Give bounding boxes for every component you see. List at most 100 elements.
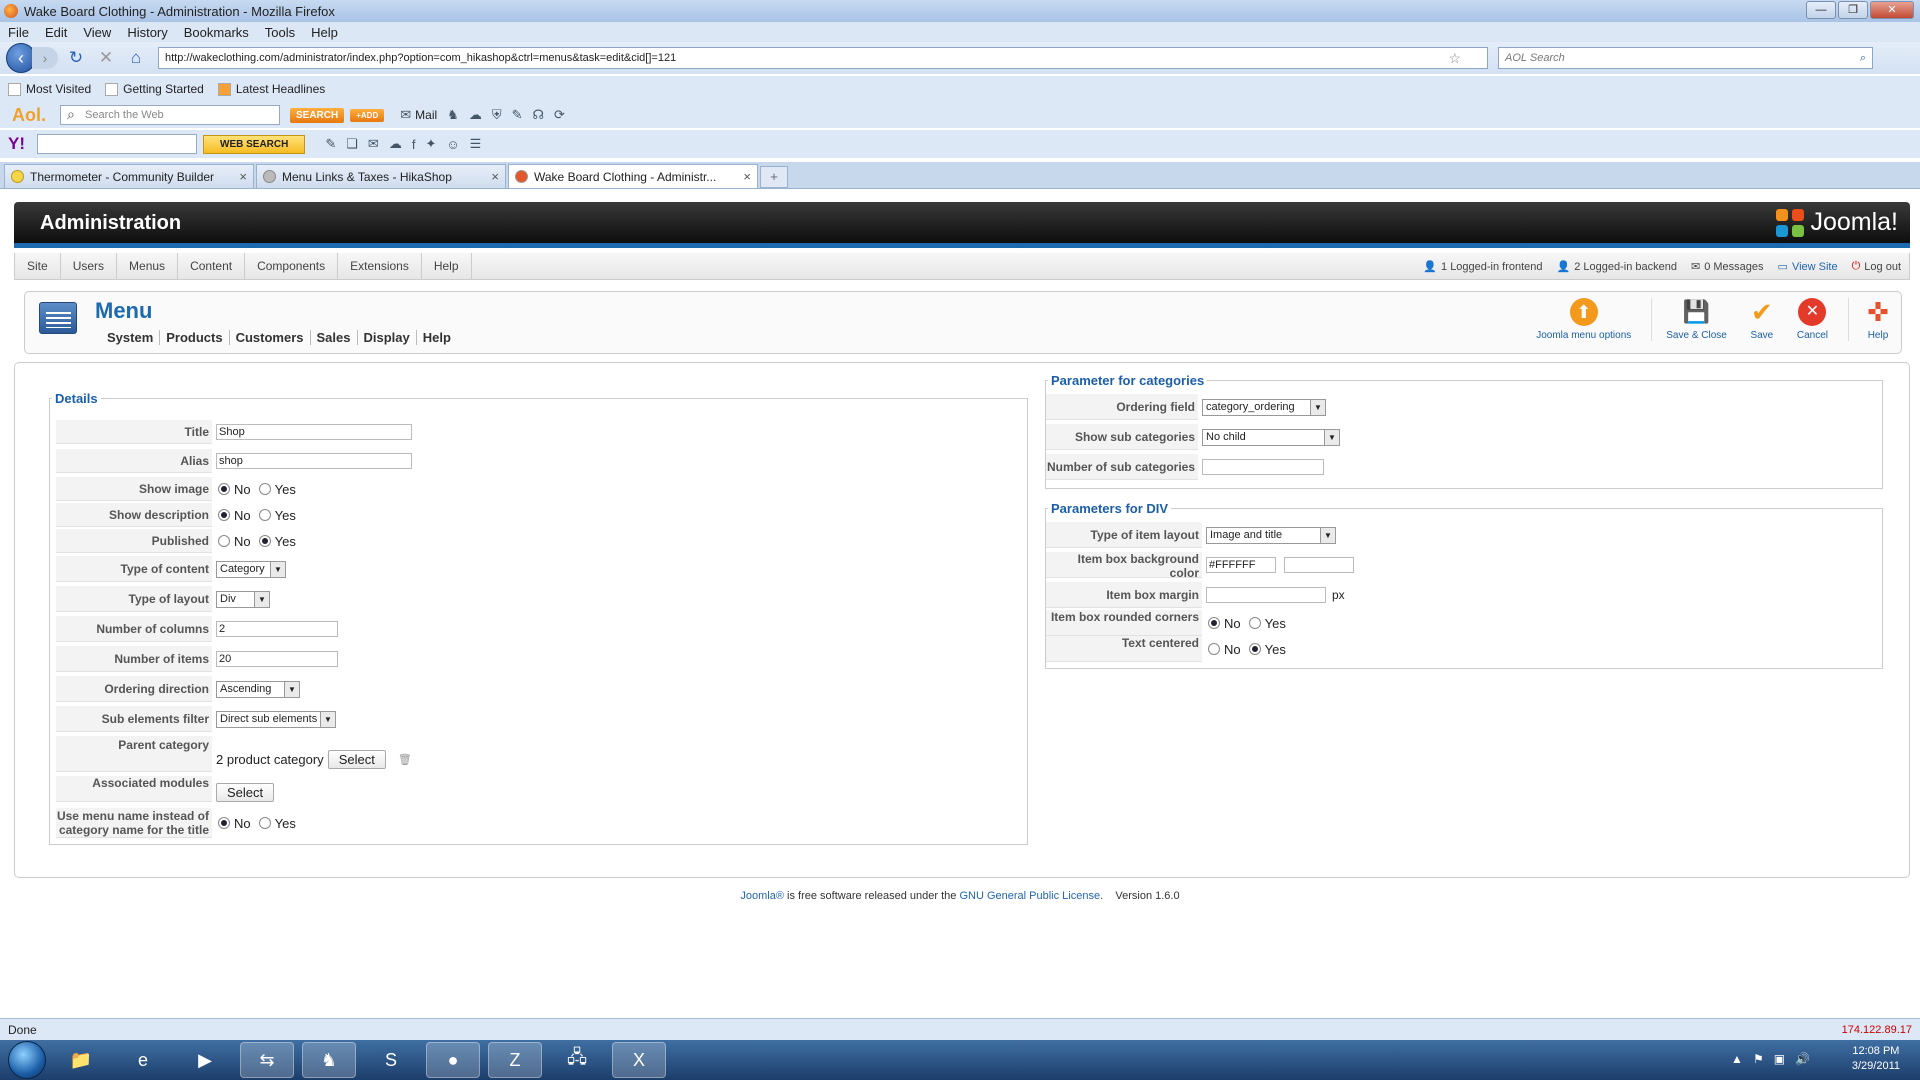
copy-icon[interactable]: ❏ (346, 136, 358, 152)
submenu-system[interactable]: System (101, 330, 161, 345)
headphones-icon[interactable]: ☊ (533, 107, 545, 123)
yahoo-search-input[interactable] (37, 134, 197, 154)
volume-icon[interactable]: 🔊 (1795, 1052, 1810, 1066)
joomla-link[interactable]: Joomla® (740, 890, 784, 902)
puzzle-icon[interactable]: ✦ (425, 136, 436, 152)
menu-edit[interactable]: Edit (45, 25, 67, 40)
bookmark-latest-headlines[interactable]: Latest Headlines (217, 82, 325, 96)
note-icon[interactable]: ✎ (512, 107, 523, 123)
weather-icon[interactable]: ☁ (389, 136, 402, 152)
save-close-button[interactable]: 💾 Save & Close (1651, 298, 1727, 341)
chat-icon[interactable]: ☁ (469, 107, 482, 123)
bookmark-getting-started[interactable]: Getting Started (105, 82, 204, 96)
type-item-layout-select[interactable]: Image and title ▼ (1206, 526, 1336, 544)
sub-elements-filter-select[interactable]: Direct sub elements ▼ (216, 710, 336, 728)
centered-no-radio[interactable] (1208, 643, 1220, 655)
menu-bookmarks[interactable]: Bookmarks (184, 25, 249, 40)
admin-menu-components[interactable]: Components (245, 252, 339, 280)
item-box-margin-input[interactable] (1206, 587, 1326, 603)
minimize-button[interactable]: — (1806, 1, 1836, 19)
web-search-button[interactable]: WEB SEARCH (203, 134, 306, 154)
aim-icon[interactable]: ♞ (302, 1042, 356, 1078)
mail-icon[interactable]: ✉ (400, 107, 411, 123)
notepad-icon[interactable]: ☰ (470, 136, 482, 152)
shield-icon[interactable]: ⛨ (492, 107, 502, 123)
refresh-icon[interactable]: ⟳ (554, 107, 565, 123)
clock[interactable]: 12:08 PM 3/29/2011 (1852, 1044, 1900, 1074)
admin-menu-users[interactable]: Users (61, 252, 118, 280)
menu-tools[interactable]: Tools (265, 25, 295, 40)
number-of-items-input[interactable]: 20 (216, 651, 338, 667)
aol-search-button[interactable]: SEARCH (290, 107, 345, 123)
pencil-icon[interactable]: ✎ (325, 136, 336, 152)
show-sub-categories-select[interactable]: No child ▼ (1202, 428, 1340, 446)
excel-icon[interactable]: X (612, 1042, 666, 1078)
close-tab-icon[interactable]: × (491, 169, 499, 184)
reload-icon[interactable]: ↻ (64, 48, 88, 68)
logout-link[interactable]: Log out (1864, 261, 1901, 273)
bookmark-star-icon[interactable]: ☆ (1448, 50, 1461, 67)
menu-history[interactable]: History (127, 25, 167, 40)
mail-icon[interactable]: ✉ (368, 136, 379, 152)
admin-menu-site[interactable]: Site (15, 252, 61, 280)
help-button[interactable]: ✜ Help (1848, 297, 1893, 341)
title-input[interactable]: Shop (216, 424, 412, 440)
firefox-icon[interactable]: ● (426, 1042, 480, 1078)
admin-menu-extensions[interactable]: Extensions (338, 252, 422, 280)
flag-icon[interactable]: ⚑ (1753, 1052, 1764, 1066)
tab-thermometer[interactable]: Thermometer - Community Builder × (4, 164, 254, 188)
home-icon[interactable]: ⌂ (124, 48, 148, 68)
filezilla-icon[interactable]: Z (488, 1042, 542, 1078)
submenu-customers[interactable]: Customers (230, 330, 311, 345)
facebook-icon[interactable]: f (412, 137, 416, 152)
published-yes-radio[interactable] (258, 535, 271, 547)
menu-help[interactable]: Help (311, 25, 338, 40)
tab-hikashop[interactable]: Menu Links & Taxes - HikaShop × (256, 164, 506, 188)
show-description-yes-radio[interactable] (258, 509, 271, 521)
search-bar[interactable]: AOL Search ⌕ (1498, 47, 1873, 69)
messages-count[interactable]: 0 Messages (1704, 261, 1763, 273)
close-tab-icon[interactable]: × (743, 169, 751, 184)
rounded-yes-radio[interactable] (1248, 617, 1261, 629)
aim-icon[interactable]: ♞ (447, 107, 459, 123)
view-site-link[interactable]: View Site (1792, 261, 1838, 273)
admin-menu-content[interactable]: Content (178, 252, 246, 280)
network-tray-icon[interactable]: ▣ (1774, 1052, 1785, 1066)
folder-icon[interactable]: 📁 (54, 1042, 108, 1078)
forward-arrow-icon[interactable]: › (32, 47, 58, 69)
ordering-field-select[interactable]: category_ordering ▼ (1202, 398, 1326, 416)
stop-icon[interactable]: ✕ (94, 48, 118, 68)
aol-add-button[interactable]: +ADD (350, 108, 385, 122)
submenu-products[interactable]: Products (160, 330, 230, 345)
parent-category-select-button[interactable]: Select (327, 749, 386, 769)
trash-icon[interactable]: 🗑 (398, 753, 412, 766)
menu-file[interactable]: File (8, 25, 29, 40)
search-icon[interactable]: ⌕ (1860, 52, 1866, 65)
number-of-columns-input[interactable]: 2 (216, 621, 338, 637)
admin-menu-help[interactable]: Help (422, 252, 472, 280)
use-menu-name-no-radio[interactable] (218, 817, 230, 829)
games-icon[interactable]: ☺ (446, 137, 459, 152)
new-tab-button[interactable]: + (760, 166, 788, 188)
show-image-no-radio[interactable] (218, 483, 230, 495)
aol-search-input[interactable]: Search the Web (60, 105, 280, 125)
tray-arrow-icon[interactable]: ▲ (1731, 1052, 1743, 1066)
network-icon[interactable]: 🖧 (550, 1042, 604, 1078)
alias-input[interactable]: shop (216, 453, 412, 469)
start-button[interactable] (8, 1041, 46, 1079)
centered-yes-radio[interactable] (1248, 643, 1261, 655)
type-of-content-select[interactable]: Category ▼ (216, 560, 286, 578)
submenu-sales[interactable]: Sales (311, 330, 358, 345)
item-box-bg-input[interactable]: #FFFFFF (1206, 557, 1276, 573)
number-sub-categories-input[interactable] (1202, 459, 1324, 475)
teamviewer-icon[interactable]: ⇆ (240, 1042, 294, 1078)
published-no-radio[interactable] (218, 535, 230, 547)
gpl-link[interactable]: GNU General Public License (959, 890, 1100, 902)
maximize-button[interactable]: ❐ (1838, 1, 1868, 19)
skype-icon[interactable]: S (364, 1042, 418, 1078)
aol-mail-link[interactable]: Mail (415, 108, 437, 122)
bookmark-most-visited[interactable]: Most Visited (8, 82, 91, 96)
color-preview-swatch[interactable] (1284, 557, 1354, 573)
submenu-help[interactable]: Help (417, 330, 457, 345)
close-button[interactable]: ✕ (1870, 1, 1914, 19)
